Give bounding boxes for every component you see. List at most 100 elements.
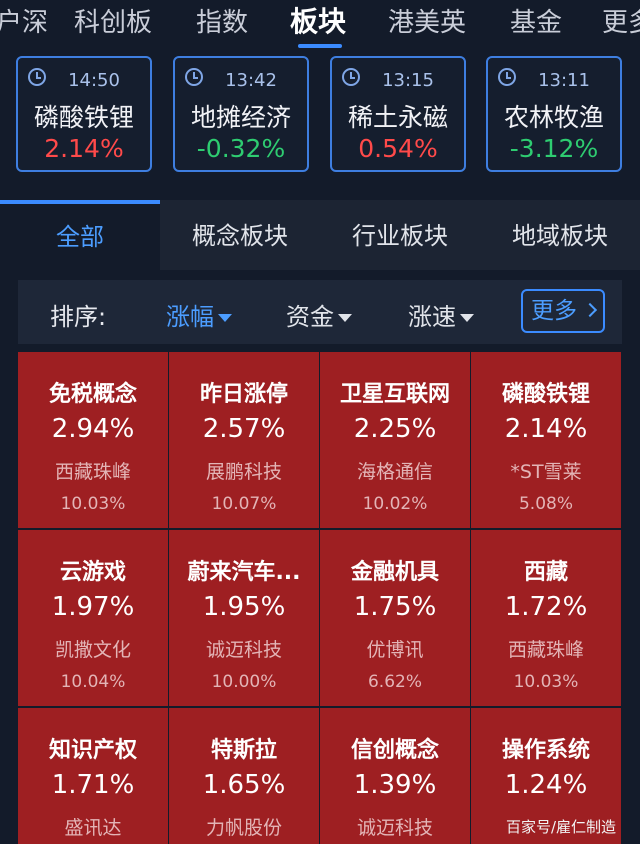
tab-industry[interactable]: 行业板块 [320, 200, 480, 270]
sector-cell[interactable]: 西藏 1.72% 西藏珠峰 10.03% [471, 530, 621, 706]
sector-cell[interactable]: 磷酸铁锂 2.14% *ST雪莱 5.08% [471, 352, 621, 528]
hot-card[interactable]: 13:42 地摊经济 -0.32% [173, 56, 309, 172]
hot-card-time: 13:15 [382, 70, 434, 91]
hot-card-name: 农林牧渔 [503, 103, 604, 132]
hot-card-time: 14:50 [68, 70, 120, 91]
watermark: 百家号/雇仁制造 [506, 818, 617, 836]
hot-card-name: 稀土永磁 [347, 103, 448, 132]
sector-cell[interactable]: 金融机具 1.75% 优博讯 6.62% [320, 530, 470, 706]
lead-stock: 诚迈科技 [356, 817, 433, 839]
lead-stock-change: 10.03% [513, 672, 579, 692]
sector-name: 金融机具 [350, 560, 439, 585]
sector-change: 2.57% [202, 414, 286, 444]
sector-change: 1.39% [353, 770, 437, 800]
sector-change: 2.94% [51, 414, 135, 444]
lead-stock-change: 10.07% [211, 494, 277, 514]
sector-grid: 免税概念 2.94% 西藏珠峰 10.03% 昨日涨停 2.57% 展鹏科技 1… [18, 352, 622, 844]
more-button-label: 更多 [531, 298, 577, 324]
sector-change: 1.72% [504, 592, 588, 622]
hot-card-change: 0.54% [358, 134, 438, 163]
sector-change: 2.14% [504, 414, 588, 444]
hot-card[interactable]: 13:15 稀土永磁 0.54% [330, 56, 466, 172]
hot-card-change: -3.12% [509, 134, 599, 163]
nav-tab-bankuai[interactable]: 板块 [290, 0, 346, 40]
sort-option-label: 涨速 [408, 303, 456, 331]
hot-card-time: 13:42 [225, 70, 277, 91]
sector-name: 特斯拉 [210, 738, 277, 763]
sector-change: 1.95% [202, 592, 286, 622]
caret-down-icon [460, 314, 474, 322]
sort-option-label: 资金 [286, 303, 334, 331]
sector-change: 1.65% [202, 770, 286, 800]
lead-stock: 海格通信 [356, 461, 433, 483]
sort-label: 排序: [50, 303, 107, 331]
hot-card-time: 13:11 [538, 70, 590, 91]
sector-change: 1.24% [504, 770, 588, 800]
page: 户深 科创板 指数 板块 港美英 基金 更多 14:50 磷酸铁锂 2.14% … [0, 0, 640, 844]
lead-stock-change: 5.08% [518, 494, 573, 514]
sector-cell[interactable]: 知识产权 1.71% 盛讯达 [18, 708, 168, 844]
lead-stock-change: 10.04% [60, 672, 126, 692]
sector-cell[interactable]: 免税概念 2.94% 西藏珠峰 10.03% [18, 352, 168, 528]
lead-stock: 展鹏科技 [205, 461, 282, 483]
sector-name: 知识产权 [48, 738, 137, 763]
lead-stock: 优博讯 [366, 639, 424, 661]
sector-change: 1.75% [353, 592, 437, 622]
hot-card-change: 2.14% [44, 134, 124, 163]
sector-name: 操作系统 [501, 738, 590, 763]
lead-stock-change: 6.62% [367, 672, 422, 692]
more-button[interactable]: 更多 [521, 289, 605, 333]
hot-card-name: 地摊经济 [190, 103, 291, 132]
nav-tab-zhishu[interactable]: 指数 [196, 2, 248, 39]
sector-name: 云游戏 [59, 560, 126, 585]
hot-card[interactable]: 13:11 农林牧渔 -3.12% [486, 56, 622, 172]
lead-stock: 西藏珠峰 [54, 461, 131, 483]
sector-name: 西藏 [523, 560, 568, 585]
hot-card-change: -0.32% [196, 134, 286, 163]
category-tabs: 全部 概念板块 行业板块 地域板块 [0, 200, 640, 270]
lead-stock: 盛讯达 [64, 817, 122, 839]
sort-option-label: 涨幅 [166, 303, 214, 331]
sort-bar: 排序: 涨幅 资金 涨速 更多 [18, 280, 622, 344]
sector-change: 2.25% [353, 414, 437, 444]
sector-cell[interactable]: 特斯拉 1.65% 力帆股份 [169, 708, 319, 844]
sector-name: 卫星互联网 [339, 382, 450, 407]
nav-tab-kechuangban[interactable]: 科创板 [74, 2, 152, 39]
sort-option-speed[interactable]: 涨速 [408, 297, 474, 332]
chevron-right-icon [582, 302, 598, 318]
sector-name: 蔚来汽车... [187, 560, 301, 585]
sort-option-change[interactable]: 涨幅 [166, 297, 232, 332]
sector-name: 昨日涨停 [199, 382, 288, 407]
sector-cell[interactable]: 卫星互联网 2.25% 海格通信 10.02% [320, 352, 470, 528]
active-tab-indicator [298, 44, 342, 48]
sector-cell[interactable]: 信创概念 1.39% 诚迈科技 [320, 708, 470, 844]
nav-tab-gangmeiying[interactable]: 港美英 [388, 2, 466, 39]
lead-stock: 力帆股份 [205, 817, 282, 839]
lead-stock: 凯撒文化 [54, 639, 131, 661]
nav-tab-jijin[interactable]: 基金 [510, 2, 562, 39]
tab-all[interactable]: 全部 [0, 200, 160, 270]
caret-down-icon [218, 314, 232, 322]
sector-name: 信创概念 [350, 738, 439, 763]
sector-cell[interactable]: 昨日涨停 2.57% 展鹏科技 10.07% [169, 352, 319, 528]
sector-name: 免税概念 [48, 382, 137, 407]
lead-stock-change: 10.02% [362, 494, 428, 514]
hot-card-name: 磷酸铁锂 [33, 103, 134, 132]
nav-tab-more[interactable]: 更多 [602, 2, 640, 39]
sector-name: 磷酸铁锂 [501, 382, 590, 407]
tab-concept[interactable]: 概念板块 [160, 200, 320, 270]
lead-stock-change: 10.00% [211, 672, 277, 692]
hot-card[interactable]: 14:50 磷酸铁锂 2.14% [16, 56, 152, 172]
sector-board: 排序: 涨幅 资金 涨速 更多 免税概念 2.94% 西藏珠峰 10.03% 昨… [0, 270, 640, 844]
lead-stock: 诚迈科技 [205, 639, 282, 661]
tab-region[interactable]: 地域板块 [480, 200, 640, 270]
sector-change: 1.71% [51, 770, 135, 800]
sector-change: 1.97% [51, 592, 135, 622]
sector-cell[interactable]: 云游戏 1.97% 凯撒文化 10.04% [18, 530, 168, 706]
caret-down-icon [338, 314, 352, 322]
hot-sector-cards: 14:50 磷酸铁锂 2.14% 13:42 地摊经济 -0.32% 13:15… [0, 54, 640, 200]
sector-cell[interactable]: 蔚来汽车... 1.95% 诚迈科技 10.00% [169, 530, 319, 706]
sort-option-fund[interactable]: 资金 [286, 297, 352, 332]
lead-stock: 西藏珠峰 [507, 639, 584, 661]
nav-tab-hushen[interactable]: 户深 [0, 2, 48, 39]
